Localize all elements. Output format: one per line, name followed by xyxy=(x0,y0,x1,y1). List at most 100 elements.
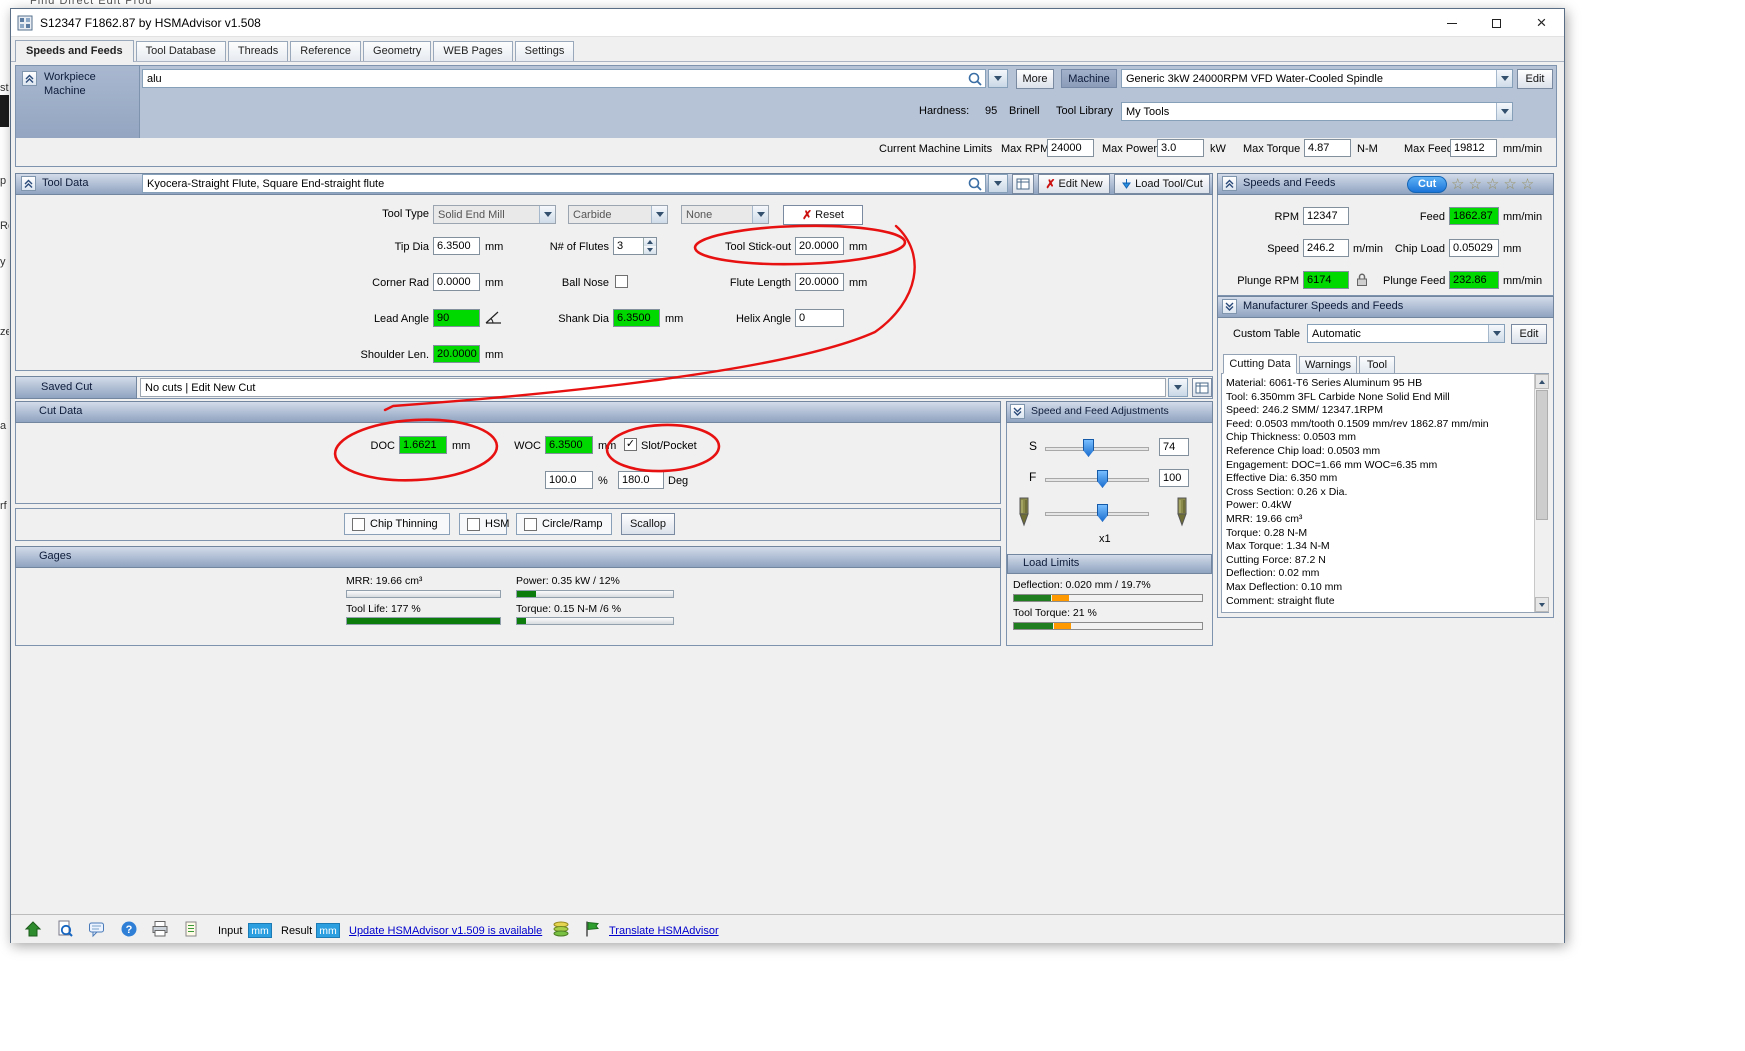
ball-nose-checkbox[interactable] xyxy=(615,275,628,288)
endmill-increase-icon[interactable] xyxy=(1169,497,1195,529)
hsm-toggle[interactable]: HSM xyxy=(459,513,507,535)
saved-cut-card-button[interactable] xyxy=(1192,378,1212,397)
shoulder-len-input[interactable]: 20.0000 xyxy=(433,345,480,363)
tool-type-combo[interactable]: Solid End Mill xyxy=(433,205,556,224)
woc-percent-input[interactable]: 100.0 xyxy=(545,471,593,489)
tool-coating-combo[interactable]: None xyxy=(681,205,769,224)
tab-tool-database[interactable]: Tool Database xyxy=(136,41,226,61)
update-link[interactable]: Update HSMAdvisor v1.509 is available xyxy=(349,925,542,937)
collapse-workpiece-button[interactable] xyxy=(22,71,37,86)
tab-settings[interactable]: Settings xyxy=(515,41,575,61)
tab-tool[interactable]: Tool xyxy=(1359,356,1395,374)
speed-input[interactable]: 246.2 xyxy=(1303,239,1349,257)
expand-manufacturer-button[interactable] xyxy=(1222,299,1237,314)
scallop-button[interactable]: Scallop xyxy=(621,513,675,535)
plunge-rpm-input[interactable]: 6174 xyxy=(1303,271,1349,289)
cutting-data-textbox: Material: 6061-T6 Series Aluminum 95 HB … xyxy=(1221,373,1549,613)
saved-cut-combo[interactable]: No cuts | Edit New Cut xyxy=(140,378,1166,397)
print-button[interactable] xyxy=(150,919,170,939)
max-power-input[interactable]: 3.0 xyxy=(1157,139,1204,157)
chip-load-input[interactable]: 0.05029 xyxy=(1449,239,1499,257)
input-units-badge[interactable]: mm xyxy=(248,923,272,938)
collapse-speeds-feeds-button[interactable] xyxy=(1222,176,1237,191)
doc-input[interactable]: 1.6621 xyxy=(399,436,447,454)
tool-library-combo-arrow[interactable] xyxy=(1496,103,1512,120)
lock-icon[interactable] xyxy=(1355,272,1369,287)
cut-button[interactable]: Cut xyxy=(1407,176,1447,193)
custom-table-edit-button[interactable]: Edit xyxy=(1511,324,1547,344)
load-limits-title: Load Limits xyxy=(1023,557,1079,569)
shank-dia-input[interactable]: 6.3500 xyxy=(613,309,660,327)
tab-web-pages[interactable]: WEB Pages xyxy=(433,41,512,61)
custom-table-combo[interactable]: Automatic xyxy=(1307,324,1505,343)
close-button[interactable]: × xyxy=(1519,9,1564,37)
tab-warnings[interactable]: Warnings xyxy=(1299,356,1357,374)
circle-ramp-toggle[interactable]: Circle/Ramp xyxy=(516,513,612,535)
reset-button[interactable]: ✗Reset xyxy=(783,205,863,225)
speed-slider-track[interactable] xyxy=(1045,447,1149,451)
tool-material-combo[interactable]: Carbide xyxy=(568,205,668,224)
notes-button[interactable] xyxy=(181,919,201,939)
cutting-data-scrollbar[interactable] xyxy=(1534,374,1549,612)
tab-threads[interactable]: Threads xyxy=(228,41,288,61)
scrollbar-thumb[interactable] xyxy=(1536,390,1548,520)
machine-combo-arrow[interactable] xyxy=(1496,70,1512,87)
rating-stars[interactable]: ☆☆☆☆☆ xyxy=(1451,175,1538,193)
tool-library-combo[interactable]: My Tools xyxy=(1121,102,1513,121)
tip-dia-input[interactable]: 6.3500 xyxy=(433,237,480,255)
stickout-input[interactable]: 20.0000 xyxy=(795,237,844,255)
edit-new-button[interactable]: ✗Edit New xyxy=(1038,174,1110,194)
hsm-checkbox[interactable] xyxy=(467,518,480,531)
material-search-combo[interactable]: alu xyxy=(142,69,986,88)
custom-table-combo-arrow[interactable] xyxy=(1488,325,1504,342)
tab-reference[interactable]: Reference xyxy=(290,41,361,61)
home-button[interactable] xyxy=(23,919,43,939)
expand-adjustments-button[interactable] xyxy=(1010,404,1025,419)
maximize-button[interactable] xyxy=(1474,9,1519,37)
saved-cut-dropdown-button[interactable] xyxy=(1168,378,1188,397)
feed-adjust-input[interactable]: 100 xyxy=(1159,469,1189,487)
woc-input[interactable]: 6.3500 xyxy=(545,436,593,454)
load-tool-cut-button[interactable]: Load Tool/Cut xyxy=(1114,174,1210,194)
corner-rad-input[interactable]: 0.0000 xyxy=(433,273,480,291)
tool-search-combo[interactable]: Kyocera-Straight Flute, Square End-strai… xyxy=(142,174,986,193)
scroll-up-button[interactable] xyxy=(1535,374,1549,389)
max-feed-input[interactable]: 19812 xyxy=(1450,139,1497,157)
tool-card-button[interactable] xyxy=(1012,174,1034,194)
endmill-decrease-icon[interactable] xyxy=(1011,497,1037,529)
language-flag-button[interactable] xyxy=(582,919,602,939)
helix-angle-input[interactable]: 0 xyxy=(795,309,844,327)
plunge-feed-input[interactable]: 232.86 xyxy=(1449,271,1499,289)
tool-dropdown-button[interactable] xyxy=(988,174,1008,193)
more-button[interactable]: More xyxy=(1016,69,1054,89)
donate-button[interactable] xyxy=(551,919,571,939)
scroll-down-button[interactable] xyxy=(1535,597,1549,612)
tab-cutting-data[interactable]: Cutting Data xyxy=(1223,354,1297,374)
max-rpm-input[interactable]: 24000 xyxy=(1047,139,1094,157)
chip-thinning-toggle[interactable]: Chip Thinning xyxy=(344,513,450,535)
machine-edit-button[interactable]: Edit xyxy=(1517,69,1553,89)
feed-input[interactable]: 1862.87 xyxy=(1449,207,1499,225)
rpm-input[interactable]: 12347 xyxy=(1303,207,1349,225)
slot-pocket-checkbox[interactable]: ✓ xyxy=(624,438,637,451)
stepper-arrows[interactable] xyxy=(643,238,656,254)
flutes-stepper[interactable]: 3 xyxy=(613,237,657,255)
search-page-button[interactable] xyxy=(55,919,75,939)
chip-thinning-checkbox[interactable] xyxy=(352,518,365,531)
tab-speeds-and-feeds[interactable]: Speeds and Feeds xyxy=(15,40,134,62)
feedback-button[interactable] xyxy=(87,919,107,939)
result-units-badge[interactable]: mm xyxy=(316,923,340,938)
material-dropdown-button[interactable] xyxy=(988,69,1008,88)
engagement-angle-input[interactable]: 180.0 xyxy=(618,471,664,489)
circle-ramp-checkbox[interactable] xyxy=(524,518,537,531)
flute-length-input[interactable]: 20.0000 xyxy=(795,273,844,291)
tab-geometry[interactable]: Geometry xyxy=(363,41,431,61)
speed-adjust-input[interactable]: 74 xyxy=(1159,438,1189,456)
help-button[interactable]: ? xyxy=(119,919,139,939)
lead-angle-input[interactable]: 90 xyxy=(433,309,480,327)
collapse-tool-data-button[interactable] xyxy=(21,176,36,191)
machine-combo[interactable]: Generic 3kW 24000RPM VFD Water-Cooled Sp… xyxy=(1121,69,1513,88)
translate-link[interactable]: Translate HSMAdvisor xyxy=(609,925,719,937)
minimize-button[interactable] xyxy=(1429,9,1474,37)
max-torque-input[interactable]: 4.87 xyxy=(1304,139,1351,157)
